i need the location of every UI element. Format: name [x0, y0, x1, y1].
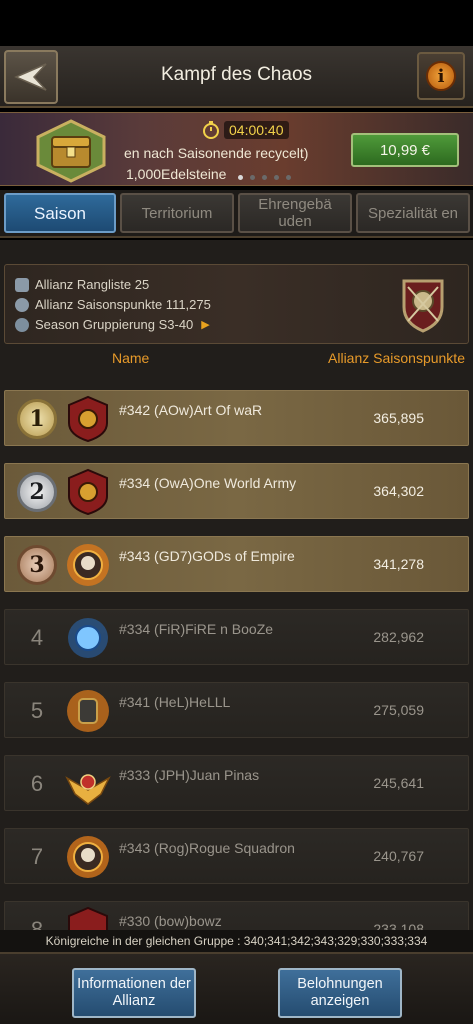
timer: 04:00:40 — [202, 121, 289, 139]
info-button[interactable]: i — [417, 52, 465, 100]
knight-crest-icon — [67, 690, 109, 732]
offer-banner[interactable]: 04:00:40 en nach Saisonende recycelt) 1,… — [0, 112, 473, 186]
alliance-points: 245,641 — [373, 775, 424, 791]
alliance-points: 282,962 — [373, 629, 424, 645]
page-title: Kampf des Chaos — [160, 64, 313, 85]
summary-rank-text: Allianz Rangliste 25 — [35, 277, 150, 292]
main-content: Allianz Rangliste 25 Allianz Saisonspunk… — [0, 240, 473, 952]
header: Kampf des Chaos i — [0, 46, 473, 108]
alliance-points: 364,302 — [373, 483, 424, 499]
alliance-name: #333 (JPH)Juan Pinas — [119, 767, 260, 783]
rank-number: 7 — [30, 844, 44, 869]
rank-number: 5 — [30, 698, 44, 723]
ranking-row[interactable]: 7 #343 (Rog)Rogue Squadron 240,767 — [4, 828, 469, 884]
blue-orb-crest-icon — [68, 618, 108, 658]
footer: Informationen der Allianz Belohnungen an… — [0, 952, 473, 1024]
skull-crest-icon — [67, 544, 109, 586]
alliance-crest-icon — [68, 395, 108, 443]
buy-button[interactable]: 10,99 € — [351, 133, 459, 167]
tab-territorium[interactable]: Territorium — [120, 193, 234, 233]
ranking-row[interactable]: 4 #334 (FiR)FiRE n BooZe 282,962 — [4, 609, 469, 665]
rank-number: 6 — [30, 771, 44, 796]
tab-spezialitaeten[interactable]: Spezialität en — [356, 193, 470, 233]
alliance-crest-icon — [68, 468, 108, 516]
tab-bar: Saison Territorium Ehrengebä uden Spezia… — [0, 190, 473, 238]
alliance-points: 240,767 — [373, 848, 424, 864]
stopwatch-icon — [203, 121, 219, 139]
summary-points-text: Allianz Saisonspunkte 111,275 — [35, 297, 211, 312]
carousel-dots — [238, 175, 291, 180]
eagle-crest-icon — [65, 774, 111, 805]
info-icon: i — [426, 61, 456, 91]
rank-cell: 3 — [17, 545, 57, 585]
summary-rank: Allianz Rangliste 25 — [15, 277, 149, 292]
kingdom-group-info: Königreiche in der gleichen Gruppe : 340… — [0, 930, 473, 952]
rank-number: 4 — [30, 625, 44, 650]
back-arrow-icon — [14, 63, 47, 91]
column-header-points: Allianz Saisonspunkte — [328, 350, 465, 366]
summary-group[interactable]: Season Gruppierung S3-40 ▶ — [15, 317, 210, 332]
back-button[interactable] — [4, 50, 58, 104]
tab-saison[interactable]: Saison — [4, 193, 116, 233]
banner-gems-text: 1,000Edelsteine — [126, 166, 227, 182]
ranking-row[interactable]: 6 #333 (JPH)Juan Pinas 245,641 — [4, 755, 469, 811]
summary-group-text: Season Gruppierung S3-40 — [35, 317, 194, 332]
alliance-name: #342 (AOw)Art Of waR — [119, 402, 263, 418]
summary-points: Allianz Saisonspunkte 111,275 — [15, 297, 211, 312]
play-arrow-icon: ▶ — [201, 319, 210, 331]
alliance-name: #330 (bow)bowz — [119, 913, 222, 929]
skull-crest-icon — [67, 836, 109, 878]
alliance-points: 275,059 — [373, 702, 424, 718]
alliance-name: #341 (HeL)HeLLL — [119, 694, 231, 710]
ranking-icon — [15, 277, 29, 292]
alliance-summary: Allianz Rangliste 25 Allianz Saisonspunk… — [4, 264, 469, 344]
ranking-row[interactable]: 2 #334 (OwA)One World Army 364,302 — [4, 463, 469, 519]
status-bar — [0, 0, 473, 46]
alliance-points: 341,278 — [373, 556, 424, 572]
ranking-row[interactable]: 1 #342 (AOw)Art Of waR 365,895 — [4, 390, 469, 446]
banner-text: en nach Saisonende recycelt) — [124, 145, 309, 161]
alliance-name: #343 (Rog)Rogue Squadron — [119, 840, 295, 856]
alliance-points: 365,895 — [373, 410, 424, 426]
search-icon — [15, 317, 29, 332]
alliance-name: #334 (OwA)One World Army — [119, 475, 297, 491]
alliance-name: #343 (GD7)GODs of Empire — [119, 548, 295, 564]
tab-ehrengebaeuden[interactable]: Ehrengebä uden — [238, 193, 352, 233]
alliance-info-button[interactable]: Informationen der Allianz — [72, 968, 196, 1018]
rank-cell: 2 — [17, 472, 57, 512]
medal-icon — [15, 297, 29, 312]
alliance-name: #334 (FiR)FiRE n BooZe — [119, 621, 274, 637]
bronze-medal-icon: 3 — [17, 545, 57, 585]
ranking-row[interactable]: 3 #343 (GD7)GODs of Empire 341,278 — [4, 536, 469, 592]
show-rewards-button[interactable]: Belohnungen anzeigen — [278, 968, 402, 1018]
alliance-emblem-icon — [402, 279, 444, 333]
rank-cell: 1 — [17, 399, 57, 439]
ranking-row[interactable]: 5 #341 (HeL)HeLLL 275,059 — [4, 682, 469, 738]
timer-text: 04:00:40 — [224, 121, 289, 139]
treasure-chest-icon — [36, 119, 106, 183]
silver-medal-icon: 2 — [17, 472, 57, 512]
gold-medal-icon: 1 — [17, 399, 57, 439]
column-header-name: Name — [112, 350, 150, 366]
